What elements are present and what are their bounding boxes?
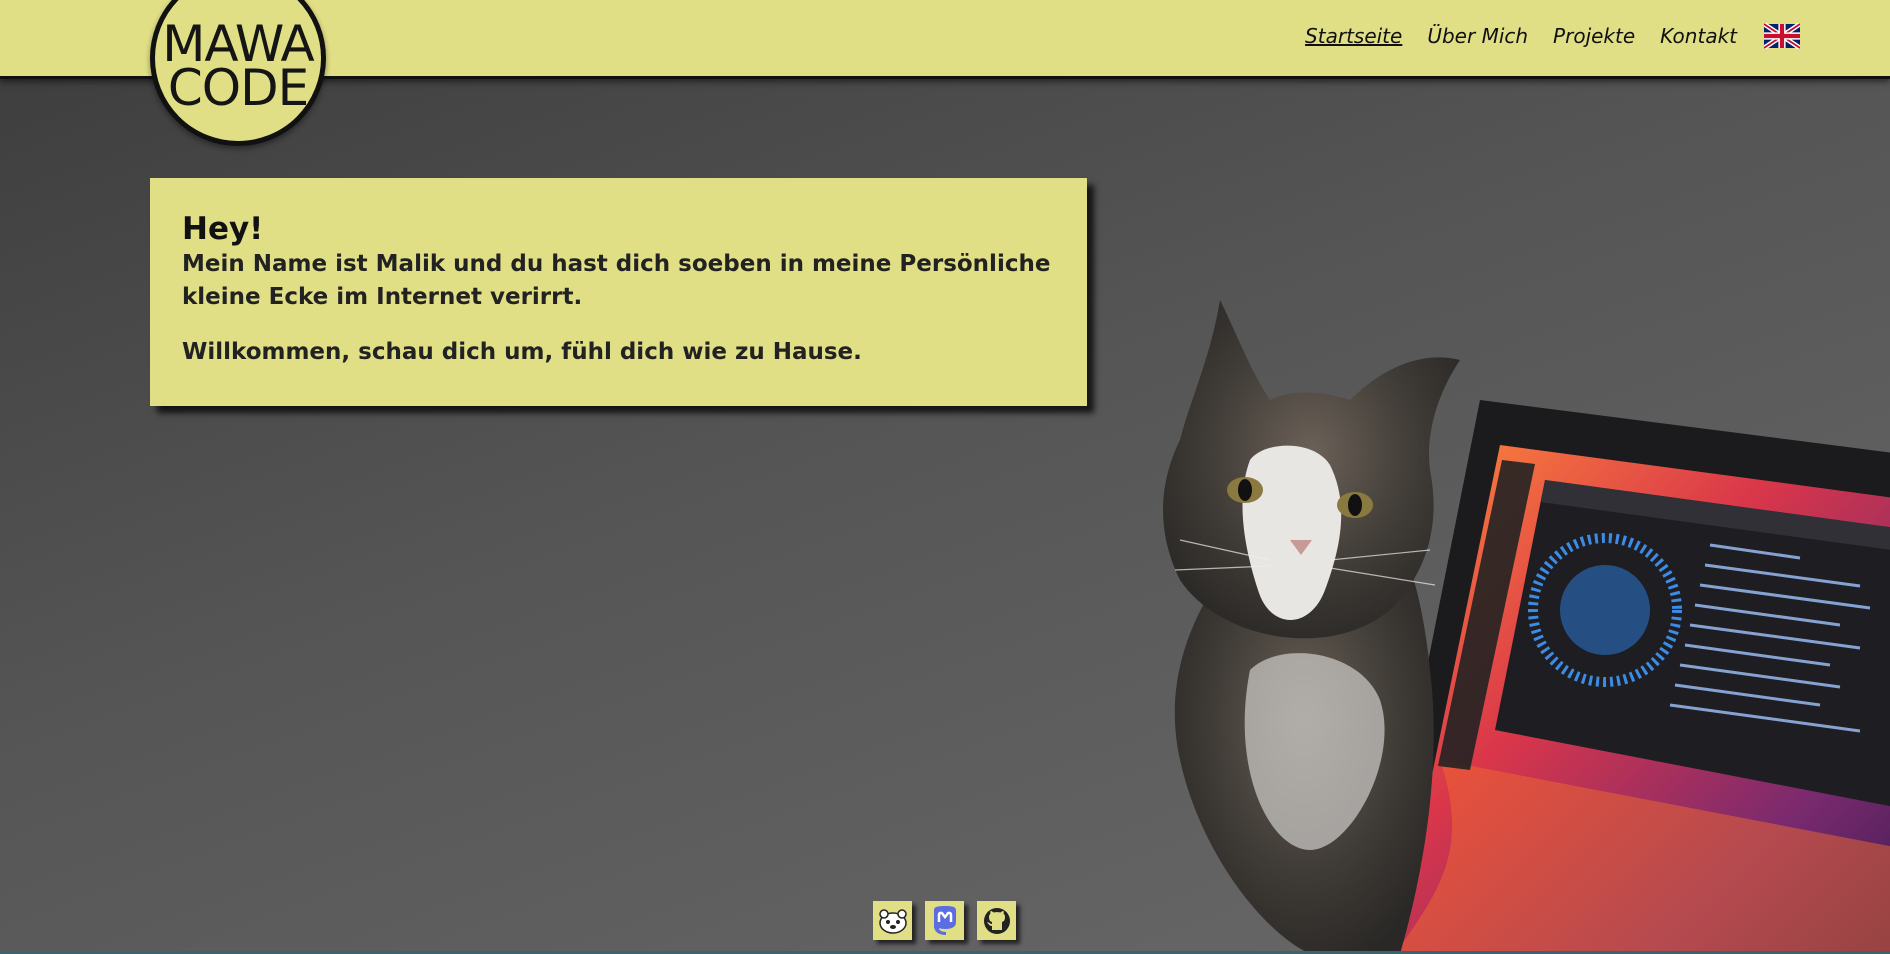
nav-projekte[interactable]: Projekte: [1553, 24, 1635, 48]
github-icon[interactable]: [977, 901, 1016, 940]
cat-laptop-photo: [1163, 300, 1890, 954]
intro-text: Mein Name ist Malik und du hast dich soe…: [182, 251, 1051, 310]
main-nav: Startseite Über Mich Projekte Kontakt: [1305, 0, 1800, 72]
social-links: [873, 901, 1016, 940]
logo-text-line2: CODE: [167, 59, 309, 117]
uk-flag-icon[interactable]: [1764, 23, 1800, 49]
mastodon-icon[interactable]: [925, 901, 964, 940]
nav-ueber-mich[interactable]: Über Mich: [1427, 24, 1528, 48]
welcome-text: Willkommen, schau dich um, fühl dich wie…: [182, 339, 862, 365]
bear-icon[interactable]: [873, 901, 912, 940]
intro-card: Hey! Mein Name ist Malik und du hast dic…: [150, 178, 1087, 406]
site-logo[interactable]: MAWA CODE: [150, 0, 326, 146]
intro-heading: Hey!: [182, 211, 264, 247]
nav-kontakt[interactable]: Kontakt: [1660, 24, 1737, 48]
nav-startseite[interactable]: Startseite: [1305, 24, 1402, 48]
